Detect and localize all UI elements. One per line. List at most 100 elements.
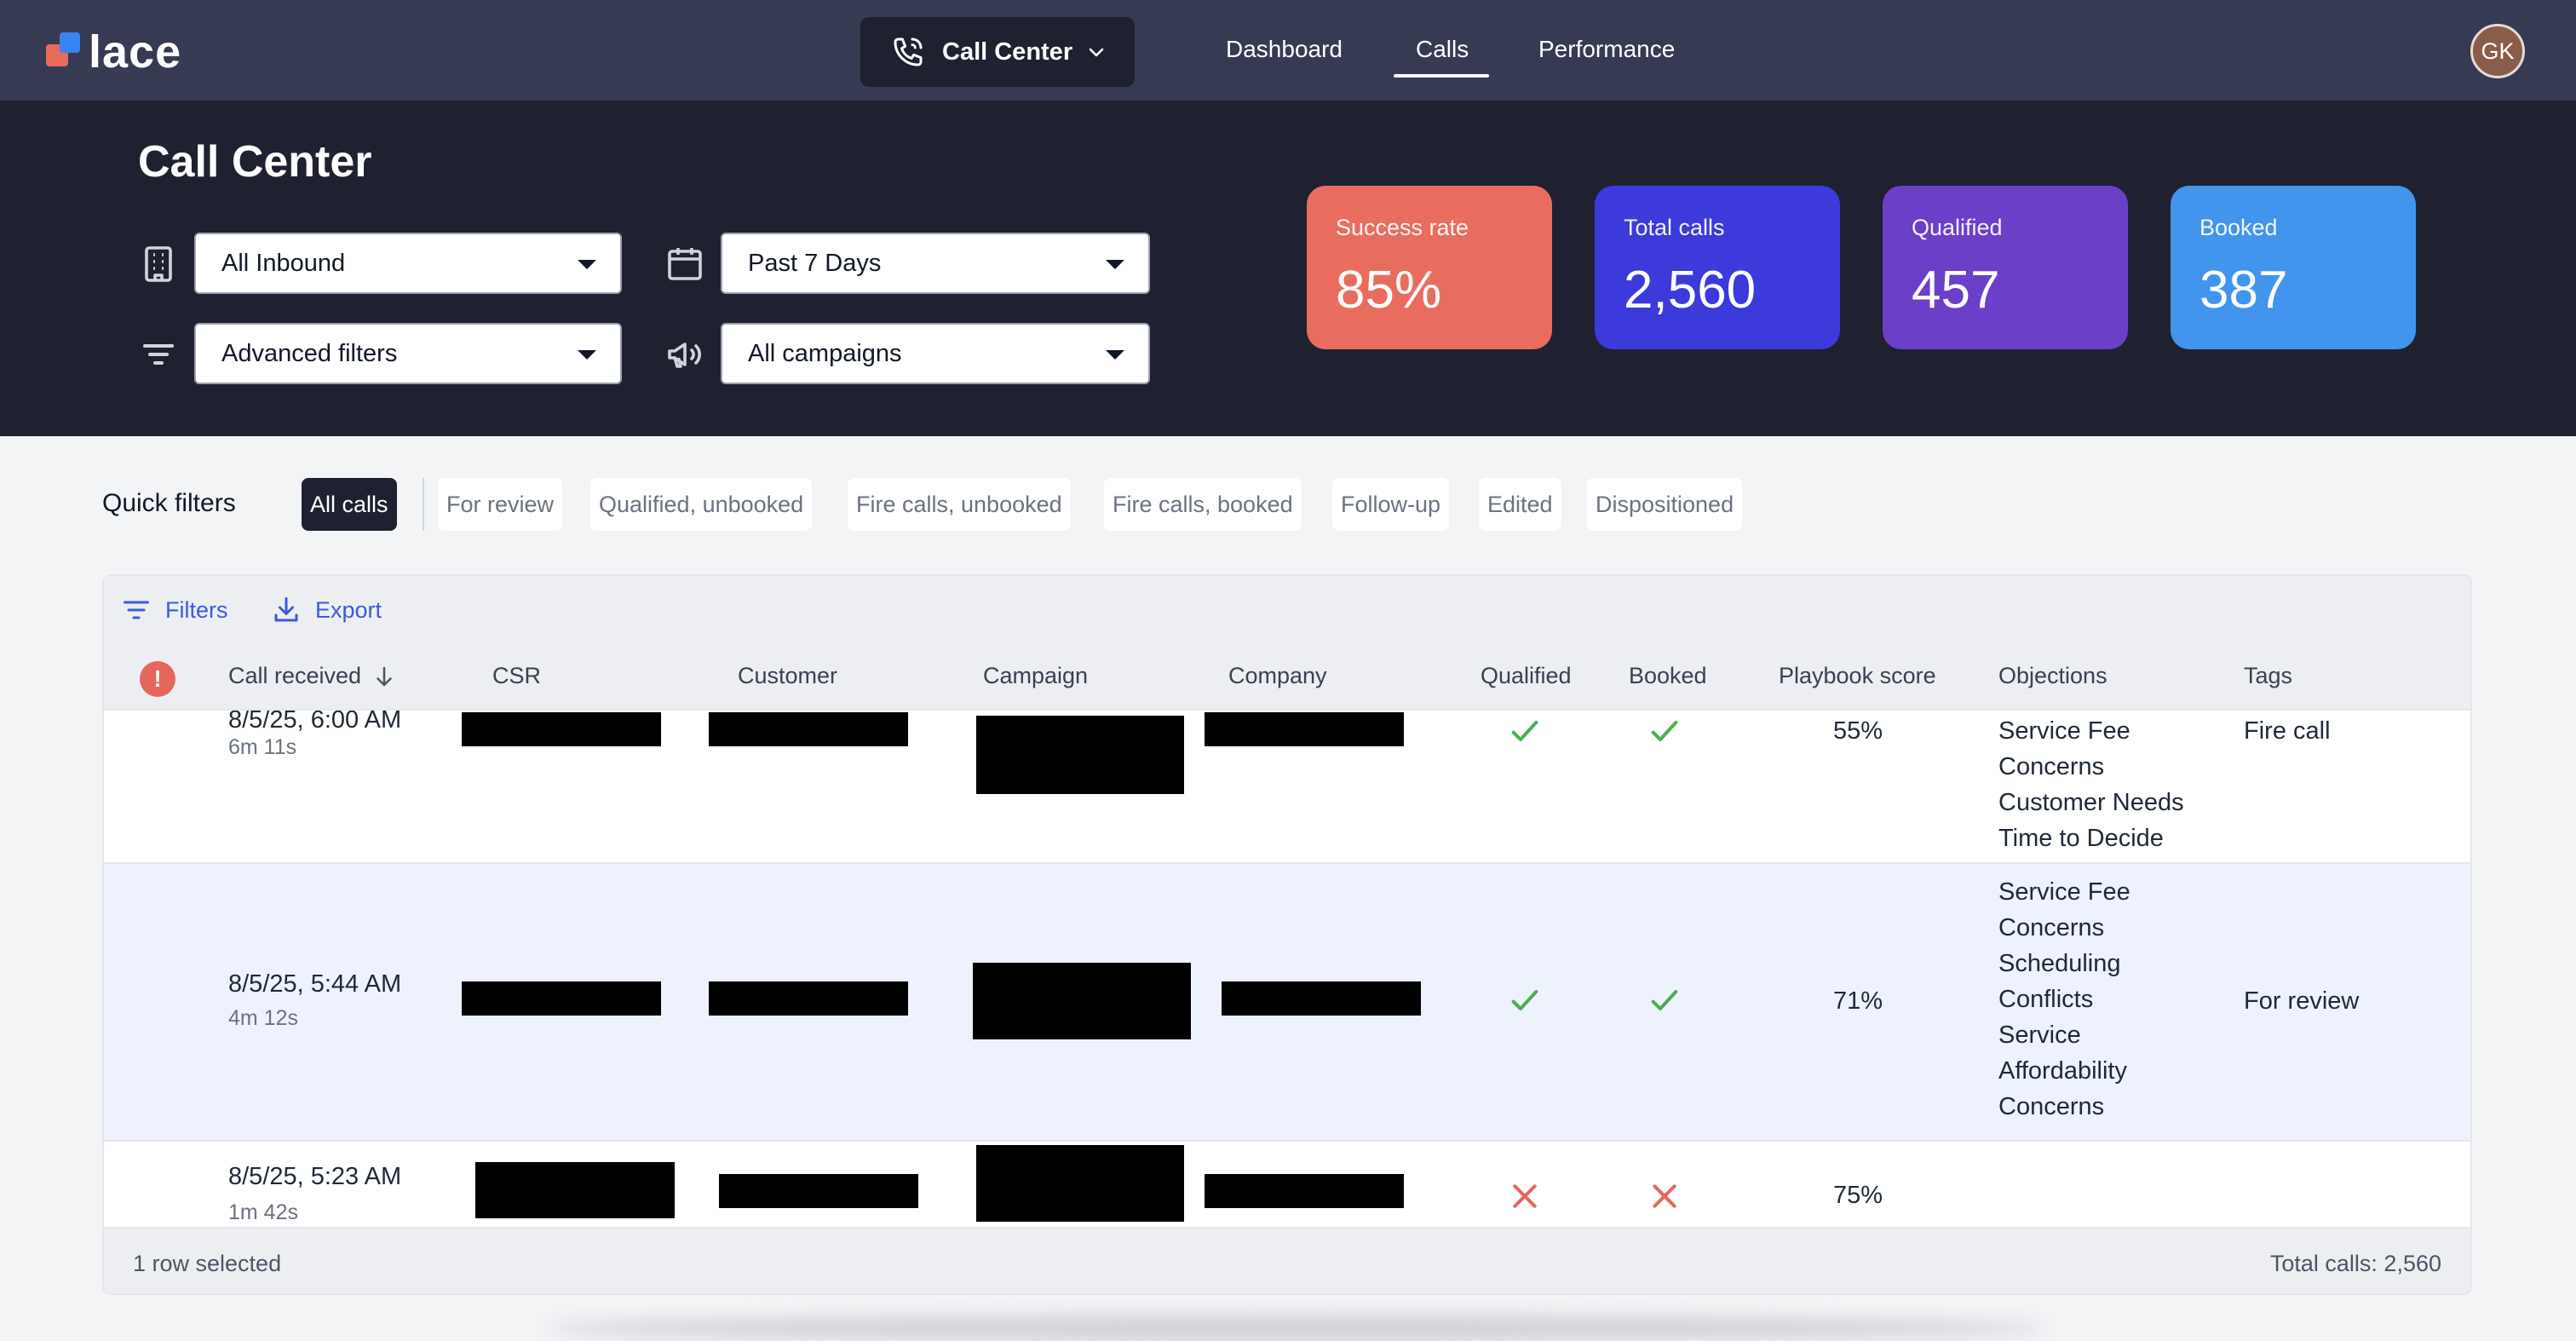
nav-dashboard[interactable]: Dashboard	[1226, 36, 1343, 63]
direction-select-value: All Inbound	[221, 249, 346, 277]
date-range-select-value: Past 7 Days	[748, 249, 882, 277]
stat-label: Success rate	[1336, 215, 1469, 240]
call-duration: 1m 42s	[228, 1200, 298, 1222]
objection-line: Concerns	[1998, 914, 2105, 941]
stat-card-total-calls[interactable]: Total calls 2,560	[1595, 186, 1840, 349]
col-call-received-label: Call received	[228, 663, 362, 688]
redacted-csr	[462, 712, 661, 746]
chip-dispositioned[interactable]: Dispositioned	[1587, 478, 1743, 531]
phone-icon	[894, 37, 923, 66]
objection-line: Conflicts	[1998, 986, 2094, 1013]
chip-edited[interactable]: Edited	[1479, 478, 1561, 531]
user-avatar[interactable]: GK	[2470, 24, 2525, 78]
table-row[interactable]: 8/5/25, 6:00 AM 6m 11s 55% Service Fee C…	[104, 711, 2470, 864]
check-icon	[1651, 990, 1678, 1010]
campaigns-select-value: All campaigns	[748, 339, 902, 367]
chip-follow-up[interactable]: Follow-up	[1332, 478, 1450, 531]
stat-label: Booked	[2199, 215, 2278, 240]
filters-button[interactable]: Filters	[121, 595, 228, 625]
table-row[interactable]: 8/5/25, 5:44 AM 4m 12s 71% Service Fee C…	[104, 864, 2470, 1142]
page-title: Call Center	[138, 137, 372, 187]
cross-icon	[1513, 1184, 1537, 1208]
objections-list: Service Fee Concerns Customer Needs Time…	[1998, 713, 2184, 856]
logo-text: lace	[89, 26, 182, 78]
calls-table: Filters Export ! Call received CSR Custo…	[102, 574, 2472, 1295]
table-body: 8/5/25, 6:00 AM 6m 11s 55% Service Fee C…	[104, 711, 2470, 1222]
stat-label: Qualified	[1912, 215, 2003, 240]
date-range-select[interactable]: Past 7 Days	[721, 233, 1150, 294]
stat-value: 2,560	[1624, 261, 1757, 319]
bottom-drawer-shadow	[545, 1315, 2044, 1341]
table-footer: 1 row selected Total calls: 2,560	[104, 1227, 2470, 1293]
playbook-score: 75%	[1833, 1182, 1883, 1209]
stat-value: 387	[2199, 261, 2288, 319]
objection-line: Concerns	[1998, 1093, 2105, 1120]
objection-line: Concerns	[1998, 753, 2105, 780]
table-row[interactable]: 8/5/25, 5:23 AM 1m 42s 75%	[104, 1142, 2470, 1222]
col-qualified[interactable]: Qualified	[1481, 663, 1572, 689]
caret-down-icon	[578, 260, 596, 269]
chip-fire-calls-unbooked[interactable]: Fire calls, unbooked	[848, 478, 1071, 531]
chip-fire-calls-booked[interactable]: Fire calls, booked	[1104, 478, 1302, 531]
direction-select[interactable]: All Inbound	[194, 233, 622, 294]
redacted-customer	[709, 981, 908, 1016]
product-switcher-button[interactable]: Call Center	[860, 17, 1135, 87]
col-playbook-score[interactable]: Playbook score	[1779, 663, 1936, 689]
col-csr[interactable]: CSR	[492, 663, 541, 689]
table-toolbar: Filters Export	[104, 576, 2470, 644]
stat-card-booked[interactable]: Booked 387	[2171, 186, 2416, 349]
col-customer[interactable]: Customer	[738, 663, 837, 689]
stat-value: 457	[1912, 261, 2000, 319]
redacted-csr	[475, 1162, 675, 1218]
stat-value: 85%	[1336, 261, 1442, 319]
campaigns-select[interactable]: All campaigns	[721, 323, 1150, 384]
chevron-down-icon	[1089, 48, 1104, 57]
download-icon	[274, 597, 298, 622]
objection-line: Scheduling	[1998, 950, 2121, 977]
megaphone-icon	[668, 342, 701, 368]
redacted-csr	[462, 981, 661, 1016]
selected-rows-count: 1 row selected	[133, 1251, 282, 1276]
alert-icon[interactable]: !	[140, 661, 175, 697]
lace-logo[interactable]: lace	[46, 29, 181, 75]
sort-down-arrow-icon	[377, 666, 392, 686]
export-button[interactable]: Export	[271, 595, 382, 625]
building-icon	[145, 246, 172, 282]
logo-mark-icon	[46, 32, 83, 72]
call-duration: 4m 12s	[228, 1006, 298, 1030]
chip-for-review[interactable]: For review	[438, 478, 563, 531]
col-call-received[interactable]: Call received	[228, 663, 397, 689]
objection-line: Customer Needs	[1998, 789, 2184, 816]
filters-button-label: Filters	[165, 596, 228, 623]
objection-line: Service Fee	[1998, 717, 2130, 745]
redacted-campaign	[976, 1145, 1184, 1222]
tag-label: For review	[2244, 987, 2360, 1015]
stat-card-success-rate[interactable]: Success rate 85%	[1307, 186, 1552, 349]
col-campaign[interactable]: Campaign	[983, 663, 1088, 689]
redacted-customer	[709, 712, 908, 746]
caret-down-icon	[1106, 350, 1124, 360]
chip-qualified-unbooked[interactable]: Qualified, unbooked	[590, 478, 813, 531]
nav-performance[interactable]: Performance	[1538, 36, 1675, 63]
stat-card-qualified[interactable]: Qualified 457	[1883, 186, 2128, 349]
redacted-customer	[719, 1174, 918, 1208]
col-objections[interactable]: Objections	[1998, 663, 2107, 689]
nav-calls[interactable]: Calls	[1416, 36, 1469, 63]
col-company[interactable]: Company	[1228, 663, 1327, 689]
caret-down-icon	[1106, 260, 1124, 269]
col-booked[interactable]: Booked	[1629, 663, 1707, 689]
objection-line: Service Fee	[1998, 878, 2130, 906]
stat-label: Total calls	[1624, 215, 1725, 240]
col-tags[interactable]: Tags	[2244, 663, 2292, 689]
calendar-icon	[668, 248, 702, 280]
chip-divider	[423, 478, 424, 531]
cross-icon	[1653, 1184, 1676, 1208]
call-received-time: 8/5/25, 5:23 AM	[228, 1163, 402, 1190]
redacted-campaign	[976, 716, 1184, 794]
filter-lines-icon	[124, 601, 149, 619]
advanced-filters-select[interactable]: Advanced filters	[194, 323, 622, 384]
objection-line: Affordability	[1998, 1057, 2127, 1085]
table-header: ! Call received CSR Customer Campaign Co…	[104, 644, 2470, 711]
chip-all-calls[interactable]: All calls	[302, 478, 397, 531]
total-calls-count: Total calls: 2,560	[2269, 1251, 2441, 1276]
